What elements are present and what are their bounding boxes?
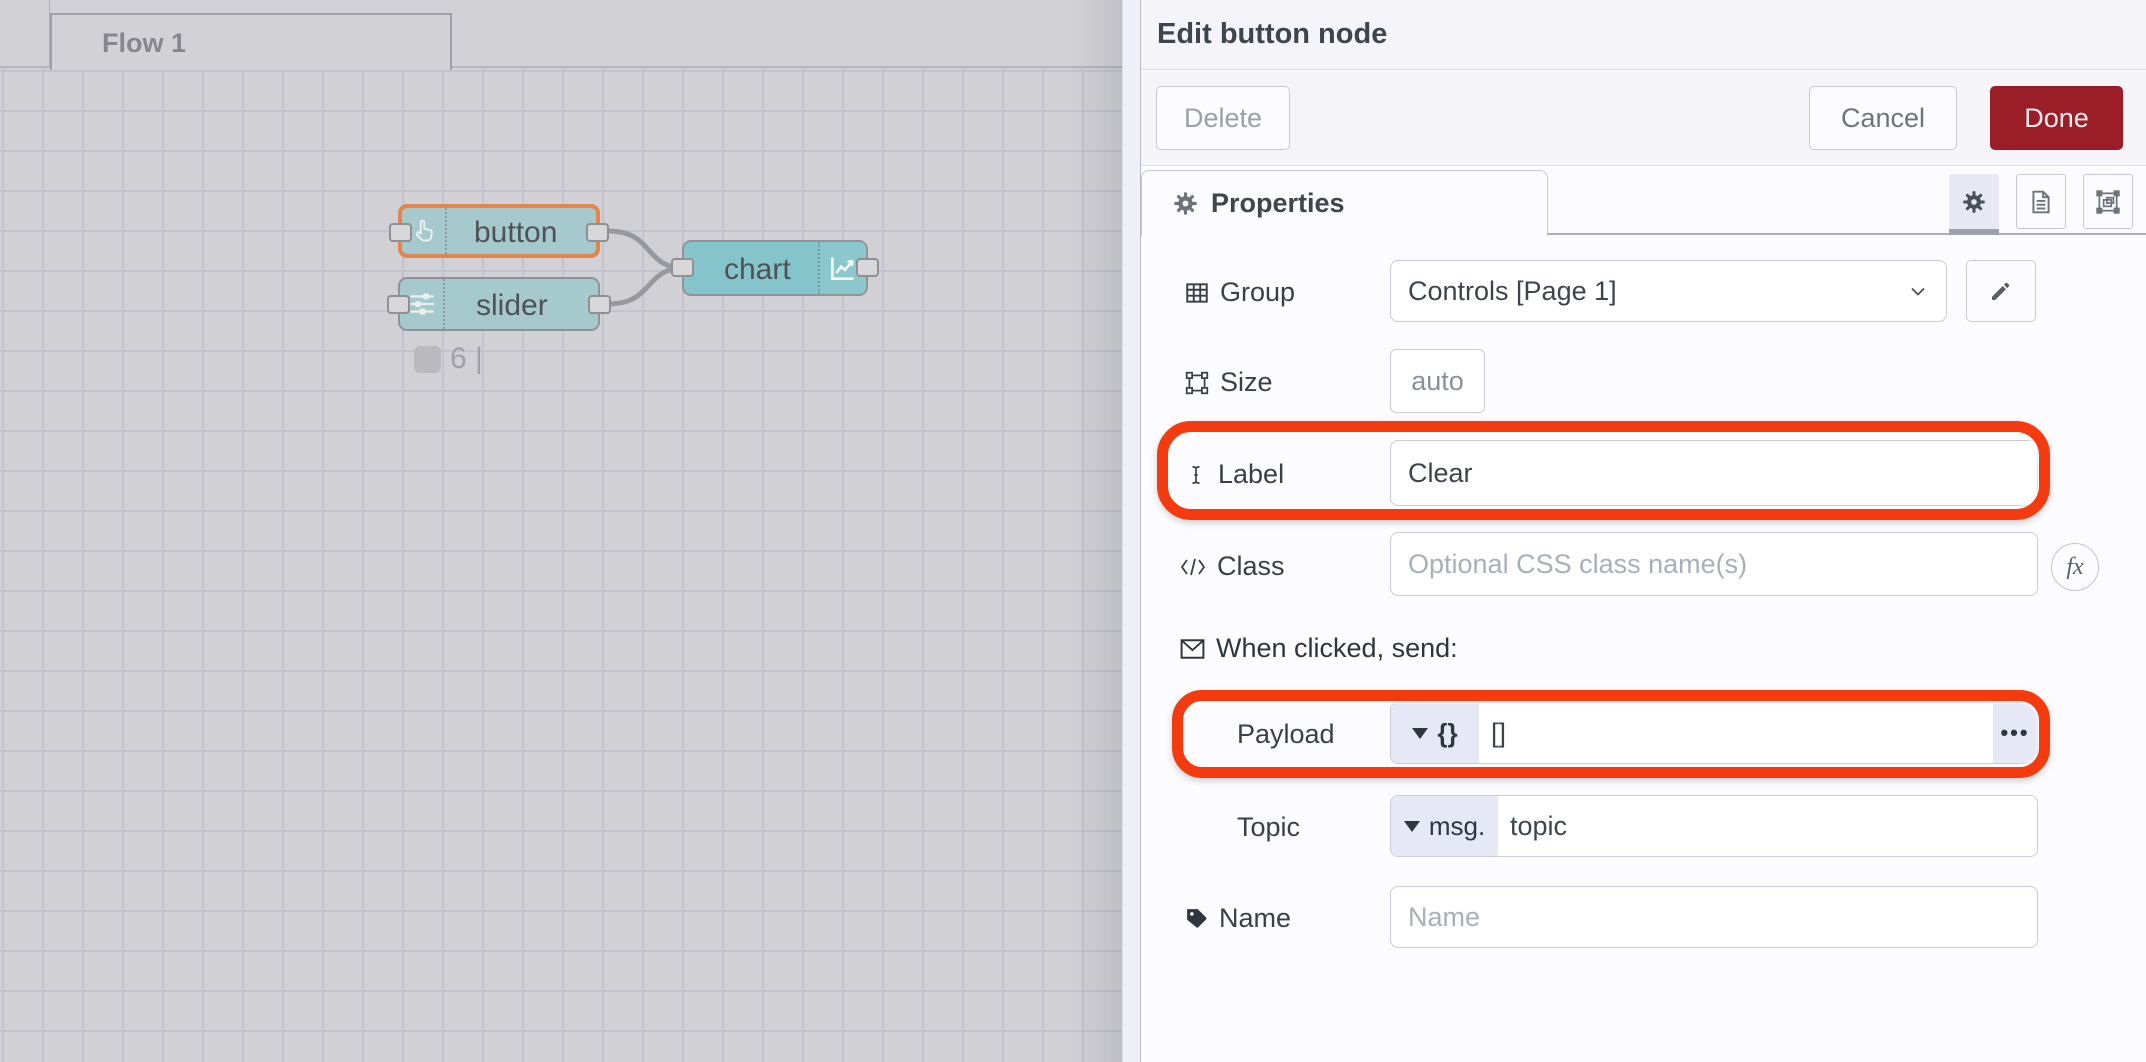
payload-field-label: Payload xyxy=(1237,719,1335,750)
code-icon xyxy=(1179,555,1207,579)
dropdown-triangle-icon xyxy=(1404,821,1420,832)
group-select-value: Controls [Page 1] xyxy=(1391,276,1906,307)
payload-expand-button[interactable]: ••• xyxy=(1993,703,2037,763)
appearance-section-button[interactable] xyxy=(2083,174,2133,229)
ibeam-cursor-icon xyxy=(1184,462,1208,488)
gear-icon xyxy=(1172,190,1199,217)
size-bounds-icon xyxy=(1184,370,1210,396)
slider-badge-text: 6 | xyxy=(450,342,483,376)
group-field-label: Group xyxy=(1184,277,1295,308)
node-chart[interactable]: chart xyxy=(682,240,868,296)
properties-tab-label: Properties xyxy=(1211,188,1345,219)
payload-typed-input: {} ••• xyxy=(1390,702,2038,764)
done-button[interactable]: Done xyxy=(1990,86,2123,150)
canvas-vertical-scrollbar[interactable] xyxy=(1122,0,1140,1062)
topic-input[interactable] xyxy=(1498,796,2037,856)
class-field-label: Class xyxy=(1179,551,1285,582)
topic-value-wrap xyxy=(1498,796,2037,856)
description-section-button[interactable] xyxy=(2016,174,2066,229)
button-node-label: button xyxy=(474,216,557,250)
properties-section-button[interactable] xyxy=(1949,174,1999,229)
size-field-label: Size xyxy=(1184,367,1273,398)
tag-icon xyxy=(1184,906,1209,931)
tray-title: Edit button node xyxy=(1157,18,1387,51)
label-field-label: Label xyxy=(1184,459,1284,490)
cancel-button[interactable]: Cancel xyxy=(1809,86,1957,150)
active-section-underline xyxy=(1949,229,1999,235)
slider-badge-box xyxy=(414,346,441,373)
json-type-icon: {} xyxy=(1437,718,1457,749)
pencil-icon xyxy=(1989,279,2013,303)
node-slider[interactable]: slider xyxy=(398,277,600,331)
ellipsis-icon: ••• xyxy=(2000,720,2029,746)
dropdown-triangle-icon xyxy=(1412,728,1428,739)
payload-input[interactable] xyxy=(1479,703,1993,763)
chevron-down-icon xyxy=(1906,279,1930,303)
flow-canvas[interactable]: Flow 1 button xyxy=(0,0,1122,1062)
tab-flow-1[interactable]: Flow 1 xyxy=(50,13,452,70)
edit-group-button[interactable] xyxy=(1966,260,2036,322)
name-input-wrap xyxy=(1390,886,2038,948)
payload-value-wrap xyxy=(1479,703,1993,763)
label-input[interactable] xyxy=(1391,441,2037,505)
name-field-label: Name xyxy=(1184,903,1291,934)
chart-input-port[interactable] xyxy=(671,258,694,277)
node-red-editor: Flow 1 button xyxy=(0,0,2146,1062)
class-input-wrap xyxy=(1390,532,2038,596)
slider-input-port[interactable] xyxy=(387,295,410,314)
topic-typed-input: msg. xyxy=(1390,795,2038,857)
chart-output-port[interactable] xyxy=(856,258,879,277)
tab-bar-stub xyxy=(0,0,50,68)
tab-row-divider xyxy=(1548,233,2146,235)
msg-prefix: msg. xyxy=(1429,811,1485,842)
delete-button[interactable]: Delete xyxy=(1156,86,1290,150)
group-grid-icon xyxy=(1184,280,1210,306)
tab-properties[interactable]: Properties xyxy=(1141,170,1548,236)
button-output-port[interactable] xyxy=(586,223,609,242)
chart-node-label: chart xyxy=(724,253,791,287)
slider-output-port[interactable] xyxy=(588,295,611,314)
when-clicked-heading: When clicked, send: xyxy=(1179,633,1458,664)
payload-type-select[interactable]: {} xyxy=(1391,703,1479,763)
node-button[interactable]: button xyxy=(398,204,600,258)
envelope-icon xyxy=(1179,637,1206,661)
size-auto-button[interactable]: auto xyxy=(1390,349,1485,413)
slider-node-label: slider xyxy=(476,289,548,323)
group-select[interactable]: Controls [Page 1] xyxy=(1390,260,1947,322)
fx-badge: fx xyxy=(2051,543,2099,591)
class-input[interactable] xyxy=(1391,533,2037,595)
label-input-wrap xyxy=(1390,440,2038,506)
name-input[interactable] xyxy=(1391,887,2037,947)
topic-field-label: Topic xyxy=(1237,812,1300,843)
button-input-port[interactable] xyxy=(389,223,412,242)
flow-tab-label: Flow 1 xyxy=(102,28,186,59)
topic-type-select[interactable]: msg. xyxy=(1391,796,1498,856)
